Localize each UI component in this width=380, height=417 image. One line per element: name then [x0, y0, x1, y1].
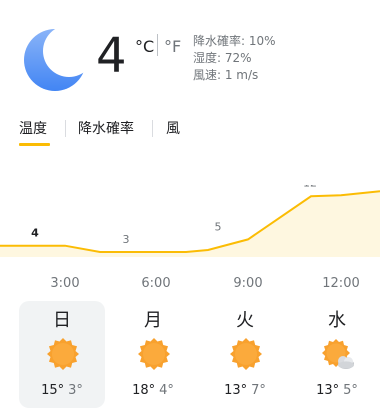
wind-speed: 風速: 1 m/s: [193, 68, 259, 82]
unit-fahrenheit[interactable]: °F: [164, 37, 181, 56]
tab-precipitation[interactable]: 降水確率: [78, 118, 134, 138]
low-temperature: 3°: [68, 383, 83, 398]
chart-data-label: 5: [215, 220, 222, 233]
unit-separator: [157, 34, 158, 56]
forecast-day-sunday[interactable]: 日 15° 3°: [19, 301, 105, 408]
tab-divider: [152, 120, 153, 137]
time-label: 6:00: [141, 276, 171, 291]
day-temperatures: 15° 3°: [19, 383, 105, 398]
precipitation-probability: 降水確率: 10%: [193, 34, 276, 48]
low-temperature: 5°: [343, 383, 358, 398]
sun-icon: [47, 338, 79, 370]
partly-cloudy-icon: [322, 339, 354, 369]
chart-area-fill: [0, 191, 380, 257]
high-temperature: 15°: [41, 383, 65, 398]
forecast-day-tuesday[interactable]: 火 13° 7°: [202, 301, 288, 408]
forecast-day-wednesday[interactable]: 水 13° 5°: [294, 301, 380, 408]
chart-data-label: 12: [303, 185, 317, 189]
low-temperature: 7°: [251, 383, 266, 398]
temperature-chart: 4 3 5 12: [0, 185, 380, 257]
current-temperature: 4: [96, 28, 127, 84]
day-name: 水: [328, 310, 346, 331]
day-temperatures: 13° 7°: [202, 383, 288, 398]
humidity: 湿度: 72%: [193, 51, 252, 65]
time-label: 9:00: [233, 276, 263, 291]
unit-celsius[interactable]: °C: [135, 37, 154, 56]
day-temperatures: 18° 4°: [110, 383, 196, 398]
low-temperature: 4°: [159, 383, 174, 398]
time-label: 12:00: [322, 276, 360, 291]
tab-selected-indicator: [19, 143, 50, 146]
chart-data-label: 3: [123, 233, 130, 246]
tab-temperature[interactable]: 温度: [19, 118, 47, 138]
time-label: 3:00: [50, 276, 80, 291]
day-name: 火: [236, 310, 254, 331]
sun-icon: [230, 338, 262, 370]
high-temperature: 13°: [316, 383, 340, 398]
crescent-moon-icon: [24, 29, 86, 91]
day-name: 日: [53, 310, 71, 331]
sun-icon: [138, 338, 170, 370]
high-temperature: 13°: [224, 383, 248, 398]
chart-data-label: 4: [31, 227, 39, 240]
tab-divider: [65, 120, 66, 137]
day-temperatures: 13° 5°: [294, 383, 380, 398]
high-temperature: 18°: [132, 383, 156, 398]
tab-wind[interactable]: 風: [166, 118, 180, 138]
forecast-day-monday[interactable]: 月 18° 4°: [110, 301, 196, 408]
day-name: 月: [144, 310, 162, 331]
weather-details: 降水確率: 10% 湿度: 72% 風速: 1 m/s: [193, 33, 276, 84]
